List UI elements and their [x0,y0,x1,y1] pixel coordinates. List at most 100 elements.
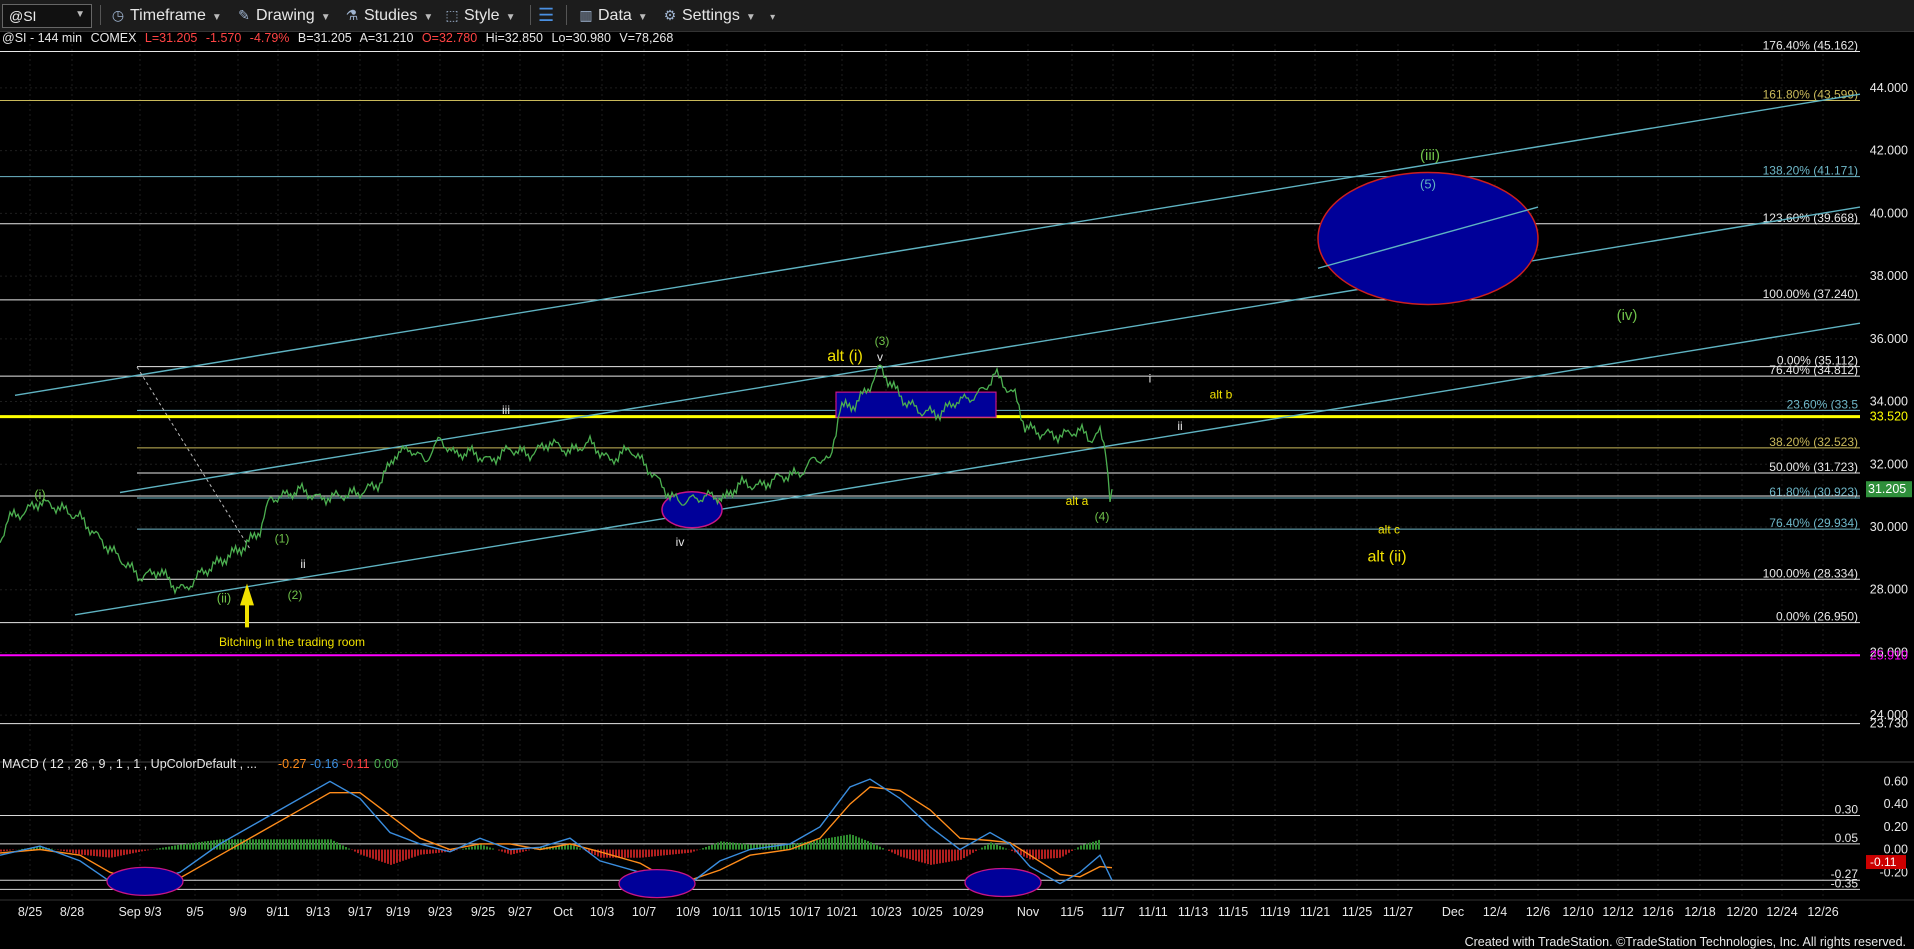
trend-channels [14,93,1861,616]
macd-histogram-bar [345,846,347,850]
data-label: Data [598,7,632,24]
macd-histogram-bar [381,849,383,862]
data-icon: ▥ [579,7,593,23]
drawing-menu[interactable]: ✎ Drawing ▼ [236,4,330,26]
macd-histogram-bar [132,849,134,854]
macd-value: -0.27 [278,757,307,771]
style-menu[interactable]: ⬚ Style ▼ [444,4,515,26]
last-price-marker-label: 31.205 [1868,482,1906,496]
macd-histogram-bar [864,839,866,850]
wave-label: v [877,350,883,364]
chevron-down-icon: ▼ [211,12,222,23]
macd-histogram-bar [636,849,638,858]
macd-histogram-bar [513,849,515,854]
macd-histogram-bar [486,846,488,850]
settings-menu[interactable]: ⚙ Settings ▼ ▾ [662,4,775,26]
macd-histogram-bar [969,849,971,855]
chevron-down-icon[interactable]: ▼ [75,9,85,20]
channel-upper-line [14,93,1861,396]
macd-histogram-bar [660,849,662,856]
macd-histogram-bar [120,849,122,856]
wave-label: (iii) [1420,147,1440,164]
price-axis-tick-label: 32.000 [1870,457,1908,471]
macd-histogram-bar [744,843,746,850]
price-chart[interactable]: 176.40% (45.162) 161.80% (43.599) 138.20% … [0,32,1914,949]
wave-label: ii [300,557,305,571]
macd-histogram-bar [633,849,635,858]
macd-histogram-bar [426,849,428,855]
macd-panel: MACD ( 12 , 26 , 9 , 1 , 1 , UpColorDefa… [0,757,1914,899]
time-axis[interactable]: 8/25 8/28 Sep 9/3 9/5 9/9 9/11 9/13 9/17 9/19 9/2… [0,899,1914,919]
time-axis-tick-label: 9/25 [471,905,495,919]
macd-histogram-bar [567,844,569,850]
macd-histogram-bar [576,847,578,850]
layout-panes-button[interactable]: ☰ [538,4,558,26]
studies-label: Studies [364,7,418,24]
macd-histogram-bar [879,846,881,850]
settings-label: Settings [682,7,740,24]
layout-panes-icon: ☰ [538,5,555,25]
macd-histogram-bar [210,840,212,850]
studies-menu[interactable]: ⚗ Studies ▼ [344,4,434,26]
macd-histogram-bar [903,849,905,858]
macd-histogram-bar [69,849,71,853]
price-axis-tick-label: 28.000 [1870,583,1908,597]
macd-axis-tick-label: 0.20 [1884,820,1908,834]
macd-histogram-bar [168,846,170,850]
macd-histogram-bar [690,849,692,853]
price-axis[interactable]: 24.00026.00028.00030.00032.00034.00036.0… [1866,81,1912,731]
macd-histogram-bar [1041,849,1043,860]
macd-histogram-bar [363,849,365,856]
macd-histogram-bar [306,839,308,850]
wave-label: iv [676,535,685,549]
macd-histogram-bar [951,849,953,862]
timeframe-menu[interactable]: ◷ Timeframe ▼ [110,4,222,26]
macd-histogram-bar [267,839,269,850]
macd-histogram-bar [855,836,857,850]
wave-label: (i) [34,487,46,502]
macd-histogram-bar [60,849,62,851]
macd-histogram-bar [882,848,884,850]
macd-histogram-bar [297,839,299,850]
macd-histogram-bar [906,849,908,859]
time-axis-tick-label: 12/18 [1684,905,1715,919]
price-axis-marker-label: 23.730 [1870,717,1908,731]
macd-histogram-bar [309,839,311,850]
macd-histogram-bar [183,844,185,850]
price-axis-tick-label: 42.000 [1870,144,1908,158]
price-axis-tick-label: 38.000 [1870,269,1908,283]
symbol-selector[interactable]: ▼ [2,4,92,28]
chevron-down-icon: ▼ [745,12,756,23]
overflow-menu-icon[interactable]: ▾ [770,12,775,23]
data-menu[interactable]: ▥ Data ▼ [578,4,647,26]
toolbar-divider [100,5,101,25]
time-axis-tick-label: 12/20 [1726,905,1757,919]
macd-histogram-bar [483,845,485,850]
macd-histogram-bar [990,842,992,850]
macd-title: MACD ( 12 , 26 , 9 , 1 , 1 , UpColorDefa… [2,757,257,771]
macd-histogram-bar [201,841,203,850]
time-axis-tick-label: 9/27 [508,905,532,919]
macd-line [0,778,1113,885]
wave-label: ii [1177,419,1182,433]
macd-histogram-bar [9,849,11,851]
time-axis-tick-label: 10/9 [676,905,700,919]
macd-histogram-bar [669,849,671,855]
macd-histogram-bar [915,849,917,861]
time-axis-tick-label: Oct [553,905,573,919]
symbol-input[interactable] [7,7,71,25]
time-axis-tick-label: 10/7 [632,905,656,919]
macd-histogram-bar [678,849,680,854]
macd-histogram-bar [360,849,362,855]
macd-histogram-bar [249,839,251,850]
macd-histogram-bar [516,849,518,854]
macd-histogram-bar [693,849,695,852]
macd-histogram-bar [108,849,110,858]
fib-level-label: 76.40% (34.812) [1769,363,1858,377]
macd-histogram-bar [930,849,932,865]
macd-histogram-bar [390,849,392,865]
fib-level-label: 38.20% (32.523) [1769,435,1858,449]
macd-histogram-bar [612,849,614,858]
wave-label: Bitching in the trading room [219,635,365,649]
macd-histogram-bar [1077,847,1079,850]
